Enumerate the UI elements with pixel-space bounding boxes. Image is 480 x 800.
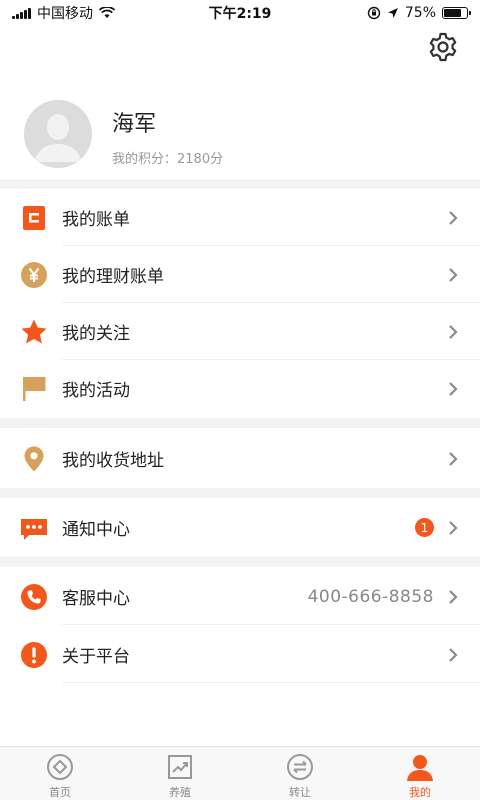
battery-icon	[442, 7, 471, 19]
battery-percent: 75%	[404, 5, 436, 21]
tab-transfer[interactable]: 转让	[240, 747, 360, 800]
chevron-right-icon	[449, 589, 458, 604]
bottom-tab-bar: 首页 养殖 转让 我的	[0, 746, 480, 800]
menu-item-my-bills[interactable]: 我的账单	[0, 189, 480, 246]
menu-item-label: 我的活动	[62, 381, 130, 401]
menu-item-label: 关于平台	[62, 647, 130, 667]
bill-icon	[20, 204, 48, 232]
home-icon	[45, 752, 75, 782]
gear-icon	[429, 32, 457, 62]
menu-item-notification-center[interactable]: 通知中心 1	[0, 499, 480, 556]
tab-label: 转让	[289, 786, 311, 799]
menu-item-label: 通知中心	[62, 520, 130, 540]
chevron-right-icon	[449, 381, 458, 396]
flag-icon	[20, 375, 48, 403]
tab-breeding[interactable]: 养殖	[120, 747, 240, 800]
menu-item-shipping-address[interactable]: 我的收货地址	[0, 430, 480, 487]
transfer-icon	[285, 752, 315, 782]
message-icon	[20, 514, 48, 542]
signal-icon	[12, 7, 31, 19]
menu-item-label: 我的收货地址	[62, 451, 164, 471]
menu-item-about-platform[interactable]: 关于平台	[0, 626, 480, 683]
chevron-right-icon	[449, 324, 458, 339]
menu-item-label: 我的理财账单	[62, 267, 164, 287]
tab-label: 首页	[49, 786, 71, 799]
status-bar: 中国移动 下午2:19 75%	[0, 0, 480, 26]
star-icon	[20, 318, 48, 346]
section-divider	[0, 557, 480, 567]
location-arrow-icon	[387, 8, 398, 18]
chevron-right-icon	[449, 210, 458, 225]
menu-item-label: 我的账单	[62, 210, 130, 230]
chevron-right-icon	[449, 647, 458, 662]
yen-coin-icon	[20, 261, 48, 289]
wifi-icon	[99, 7, 115, 18]
points-label: 我的积分：2180分	[112, 152, 224, 167]
chevron-right-icon	[449, 520, 458, 535]
chevron-right-icon	[449, 267, 458, 282]
section-divider	[0, 488, 480, 498]
tab-mine[interactable]: 我的	[360, 747, 480, 800]
menu-item-label: 我的关注	[62, 324, 130, 344]
section-divider	[0, 418, 480, 428]
phone-icon	[20, 583, 48, 611]
menu-item-my-activities[interactable]: 我的活动	[0, 360, 480, 417]
carrier-label: 中国移动	[37, 6, 93, 22]
menu-item-label: 客服中心	[62, 589, 130, 609]
default-avatar-icon	[24, 100, 92, 168]
tab-home[interactable]: 首页	[0, 747, 120, 800]
settings-button[interactable]	[426, 30, 460, 64]
info-icon	[20, 641, 48, 669]
orientation-lock-icon	[367, 6, 381, 20]
chevron-right-icon	[449, 451, 458, 466]
user-name: 海军	[112, 112, 157, 137]
unread-badge: 1	[415, 518, 434, 537]
person-icon	[405, 752, 435, 782]
tab-label: 养殖	[169, 786, 191, 799]
chart-icon	[165, 752, 195, 782]
section-divider	[0, 179, 480, 189]
menu-item-my-favorites[interactable]: 我的关注	[0, 303, 480, 360]
avatar[interactable]	[24, 100, 92, 168]
hotline-number[interactable]: 400-666-8858	[308, 587, 434, 607]
profile-header[interactable]: 海军 我的积分：2180分	[0, 96, 480, 176]
status-time: 下午2:19	[208, 6, 272, 22]
menu-item-my-finance-bills[interactable]: 我的理财账单	[0, 246, 480, 303]
location-pin-icon	[20, 445, 48, 473]
menu-item-customer-service[interactable]: 客服中心 400-666-8858	[0, 568, 480, 625]
tab-label: 我的	[409, 786, 431, 799]
